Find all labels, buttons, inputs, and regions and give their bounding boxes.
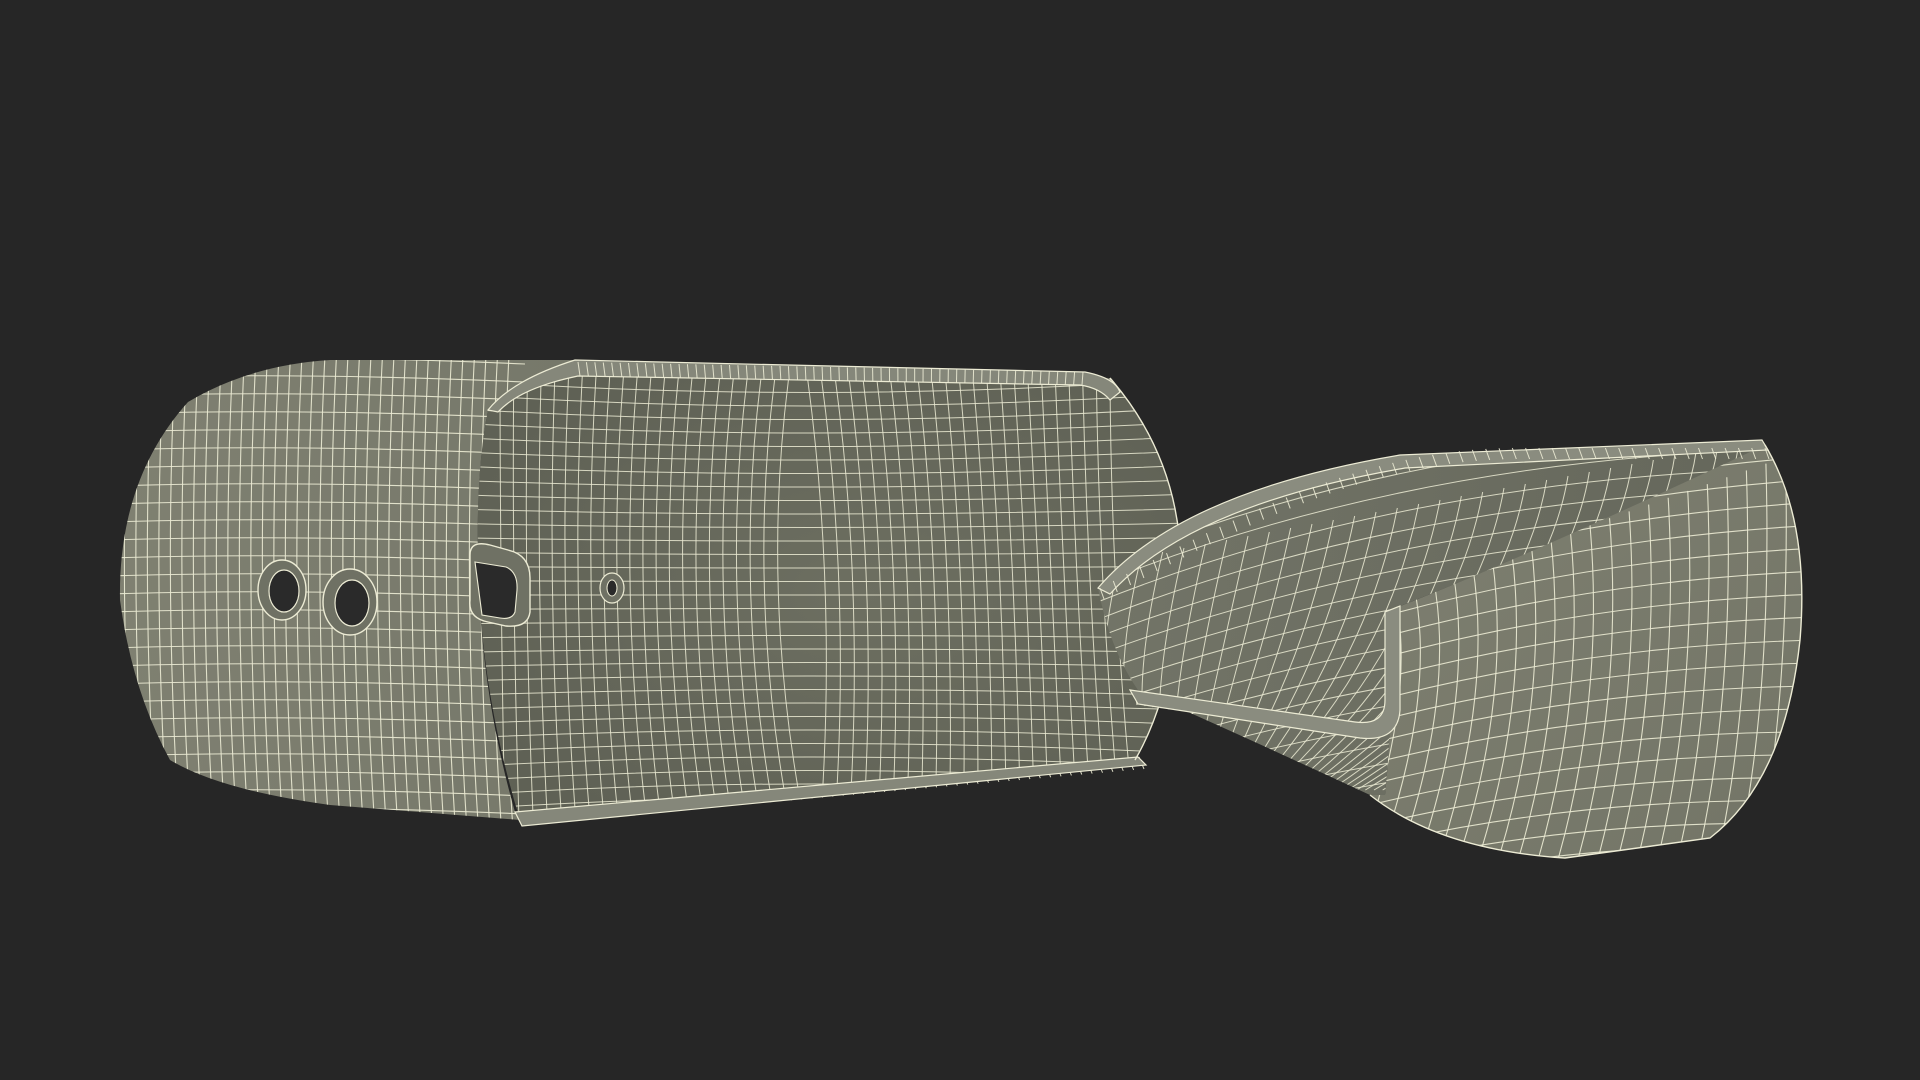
mesh-line xyxy=(1014,370,1017,384)
mesh-line xyxy=(1360,868,1820,910)
mesh-line xyxy=(997,370,1000,384)
mesh-line xyxy=(830,366,832,381)
mesh-line xyxy=(821,366,824,381)
shell-inner-slot xyxy=(469,543,531,627)
case-lid xyxy=(1097,439,1820,910)
mesh-line xyxy=(1006,370,1008,384)
shell-pin-hole xyxy=(599,572,625,604)
mesh-line xyxy=(1022,370,1025,384)
mesh-line xyxy=(813,366,815,381)
shell-interior-surface xyxy=(477,368,1182,820)
wireframe-render-viewport xyxy=(0,0,1920,1080)
mesh-line xyxy=(1031,370,1033,385)
case-shell xyxy=(110,359,1182,832)
mesh-line xyxy=(110,826,525,832)
mesh-line xyxy=(796,366,799,380)
mesh-line xyxy=(804,366,807,381)
render-canvas xyxy=(110,359,1820,910)
